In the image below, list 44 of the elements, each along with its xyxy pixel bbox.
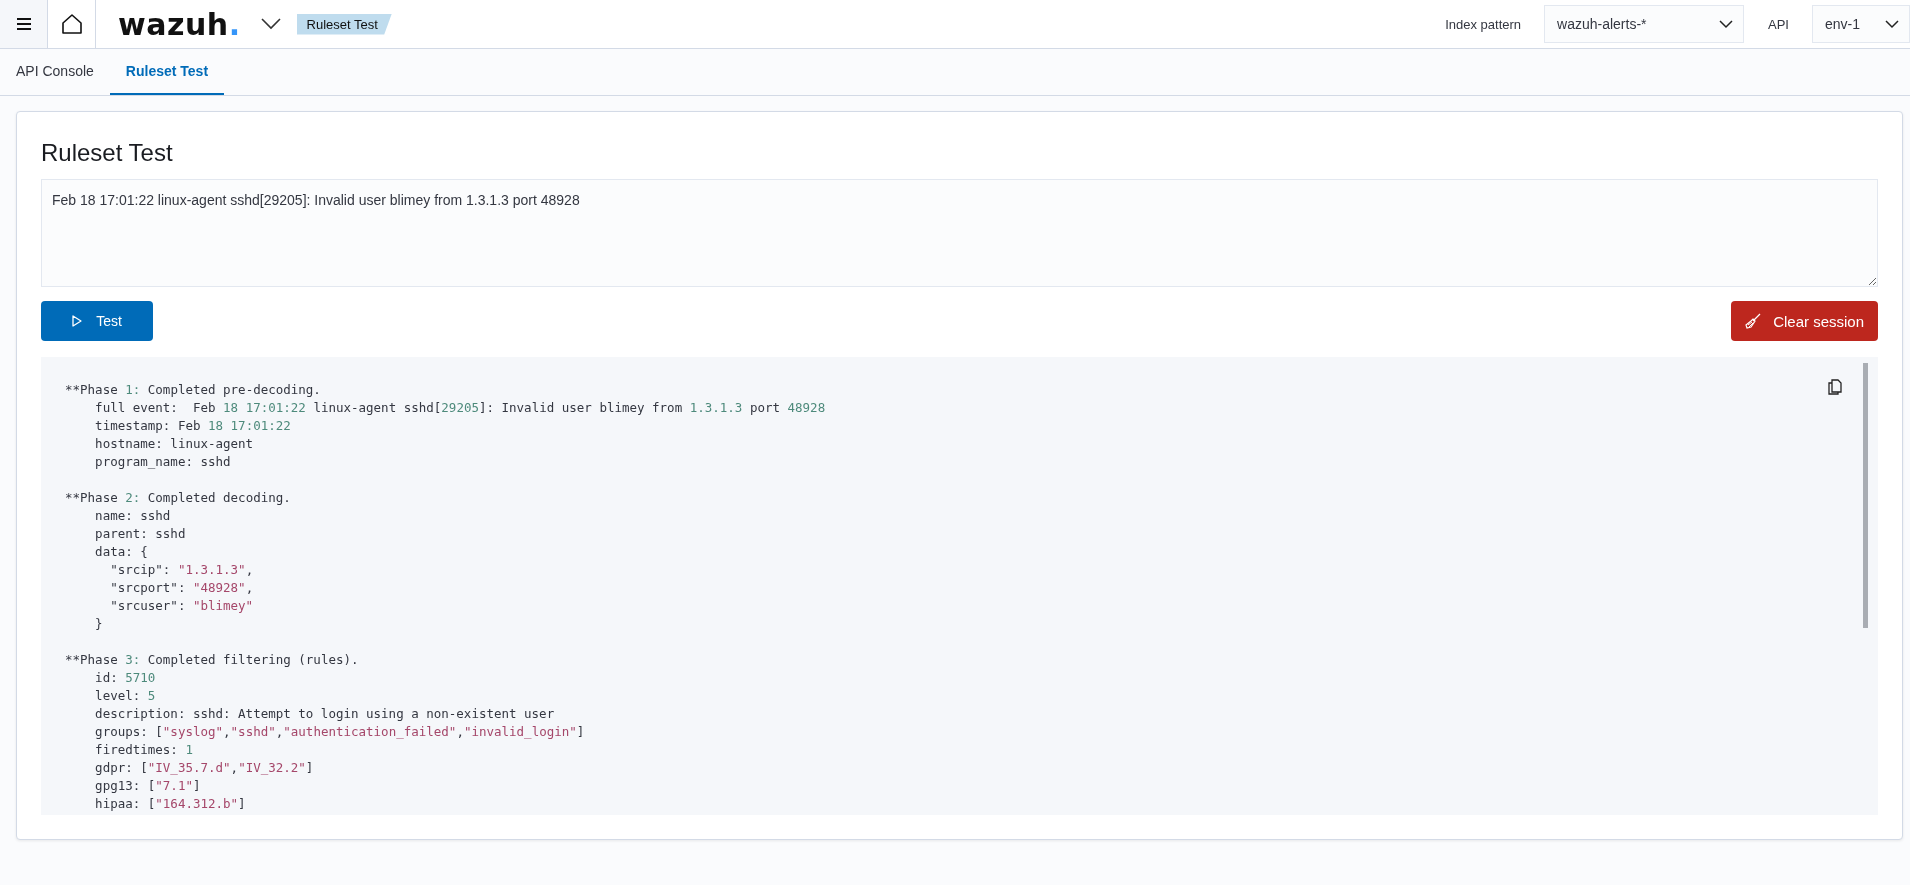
- code-line: timestamp: Feb 18 17:01:22: [94, 417, 291, 435]
- code-line: "srcuser": "blimey": [109, 597, 254, 615]
- index-pattern-label: Index pattern: [1445, 16, 1522, 32]
- home-icon: [60, 13, 83, 35]
- code-line: program_name: sshd: [94, 453, 231, 471]
- code-line: "srcip": "1.3.1.3",: [109, 561, 254, 579]
- api-select[interactable]: env-1: [1812, 5, 1910, 43]
- code-line: name: sshd: [94, 507, 171, 525]
- code-line: parent: sshd: [94, 525, 186, 543]
- code-line: id: 5710: [94, 669, 156, 687]
- code-line: description: sshd: Attempt to login using a non-existent user: [94, 705, 555, 723]
- test-button[interactable]: Test: [41, 301, 153, 341]
- code-line: groups: ["syslog","sshd","authentication_failed","invalid_login"]: [94, 723, 585, 741]
- code-line: "srcport": "48928",: [109, 579, 254, 597]
- broom-icon: [1745, 313, 1762, 329]
- code-line: hipaa: ["164.312.b"]: [94, 795, 246, 813]
- scrollbar[interactable]: [1863, 363, 1868, 628]
- code-line: **Phase 2: Completed decoding.: [65, 489, 291, 507]
- menu-icon: [15, 17, 32, 31]
- tab[interactable]: Ruleset Test: [109, 49, 225, 95]
- breadcrumb[interactable]: Ruleset Test: [296, 13, 392, 35]
- logo[interactable]: wazuh.: [118, 6, 241, 42]
- panel-title: Ruleset Test: [41, 139, 174, 167]
- chevron-down-icon: [1885, 19, 1899, 29]
- code-line: }: [94, 615, 103, 633]
- code-line: gdpr: ["IV_35.7.d","IV_32.2"]: [94, 759, 314, 777]
- chevron-down-icon: [1719, 19, 1734, 29]
- log-input-field[interactable]: Feb 18 17:01:22 linux-agent sshd[29205]: Invalid user blimey from 1.3.1.3 port 48928: [41, 179, 1878, 287]
- code-line: data: {: [94, 543, 148, 561]
- chevron-down-icon[interactable]: [260, 18, 281, 30]
- code-line: firedtimes: 1: [94, 741, 193, 759]
- code-line: level: 5: [94, 687, 156, 705]
- copy-icon[interactable]: [1828, 379, 1842, 395]
- play-icon: [72, 315, 83, 327]
- code-line: hostname: linux-agent: [94, 435, 254, 453]
- api-label: API: [1768, 16, 1789, 32]
- index-pattern-select[interactable]: wazuh-alerts-*: [1544, 5, 1745, 43]
- code-line: **Phase 3: Completed filtering (rules).: [65, 651, 359, 669]
- code-line: gpg13: ["7.1"]: [94, 777, 201, 795]
- code-line: full event: Feb 18 17:01:22 linux-agent sshd[29205]: Invalid user blimey from 1.3.1.3 port 48928: [94, 399, 826, 417]
- tab[interactable]: API Console: [0, 49, 110, 95]
- menu-button[interactable]: [0, 0, 48, 48]
- code-line: **Phase 1: Completed pre-decoding.: [65, 381, 321, 399]
- clear-session-button[interactable]: Clear session: [1731, 301, 1878, 341]
